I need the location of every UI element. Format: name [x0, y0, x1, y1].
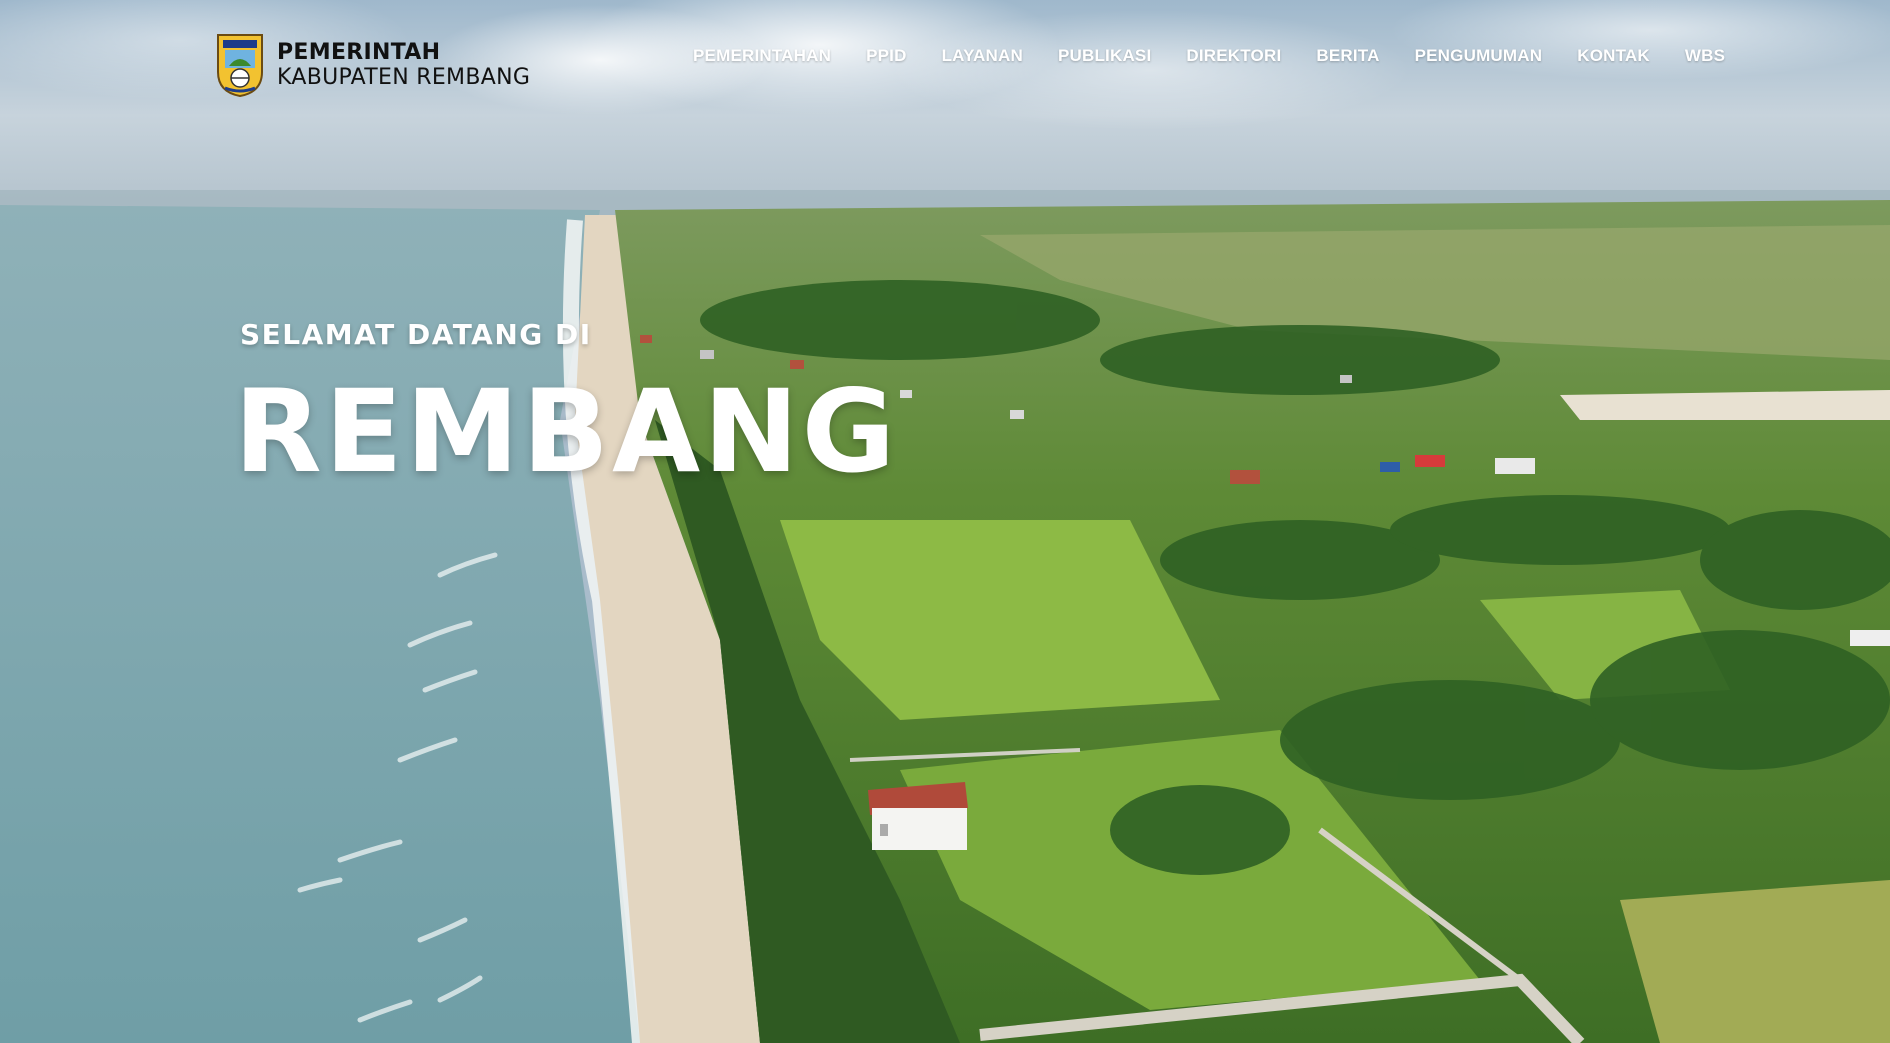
- coat-of-arms-icon: [217, 34, 263, 98]
- nav-item-berita[interactable]: BERITA: [1316, 46, 1379, 66]
- site-logo[interactable]: PEMERINTAH KABUPATEN REMBANG: [215, 32, 530, 98]
- site-header: PEMERINTAH KABUPATEN REMBANG PEMERINTAHA…: [0, 0, 1890, 120]
- hero-city-title: REMBANG: [234, 365, 899, 498]
- nav-item-direktori[interactable]: DIREKTORI: [1186, 46, 1281, 66]
- nav-item-pengumuman[interactable]: PENGUMUMAN: [1415, 46, 1543, 66]
- main-navigation: PEMERINTAHAN PPID LAYANAN PUBLIKASI DIRE…: [693, 46, 1725, 66]
- nav-item-layanan[interactable]: LAYANAN: [942, 46, 1023, 66]
- nav-item-pemerintahan[interactable]: PEMERINTAHAN: [693, 46, 831, 66]
- nav-item-kontak[interactable]: KONTAK: [1577, 46, 1650, 66]
- hero-section: PEMERINTAH KABUPATEN REMBANG PEMERINTAHA…: [0, 0, 1890, 1043]
- logo-title-line1: PEMERINTAH: [277, 39, 441, 65]
- nav-item-wbs[interactable]: WBS: [1685, 46, 1725, 66]
- hero-welcome-text: SELAMAT DATANG DI: [240, 318, 592, 351]
- logo-title-line2: KABUPATEN REMBANG: [277, 65, 531, 90]
- hero-background-photo: [0, 0, 1890, 1043]
- nav-item-ppid[interactable]: PPID: [866, 46, 906, 66]
- nav-item-publikasi[interactable]: PUBLIKASI: [1058, 46, 1151, 66]
